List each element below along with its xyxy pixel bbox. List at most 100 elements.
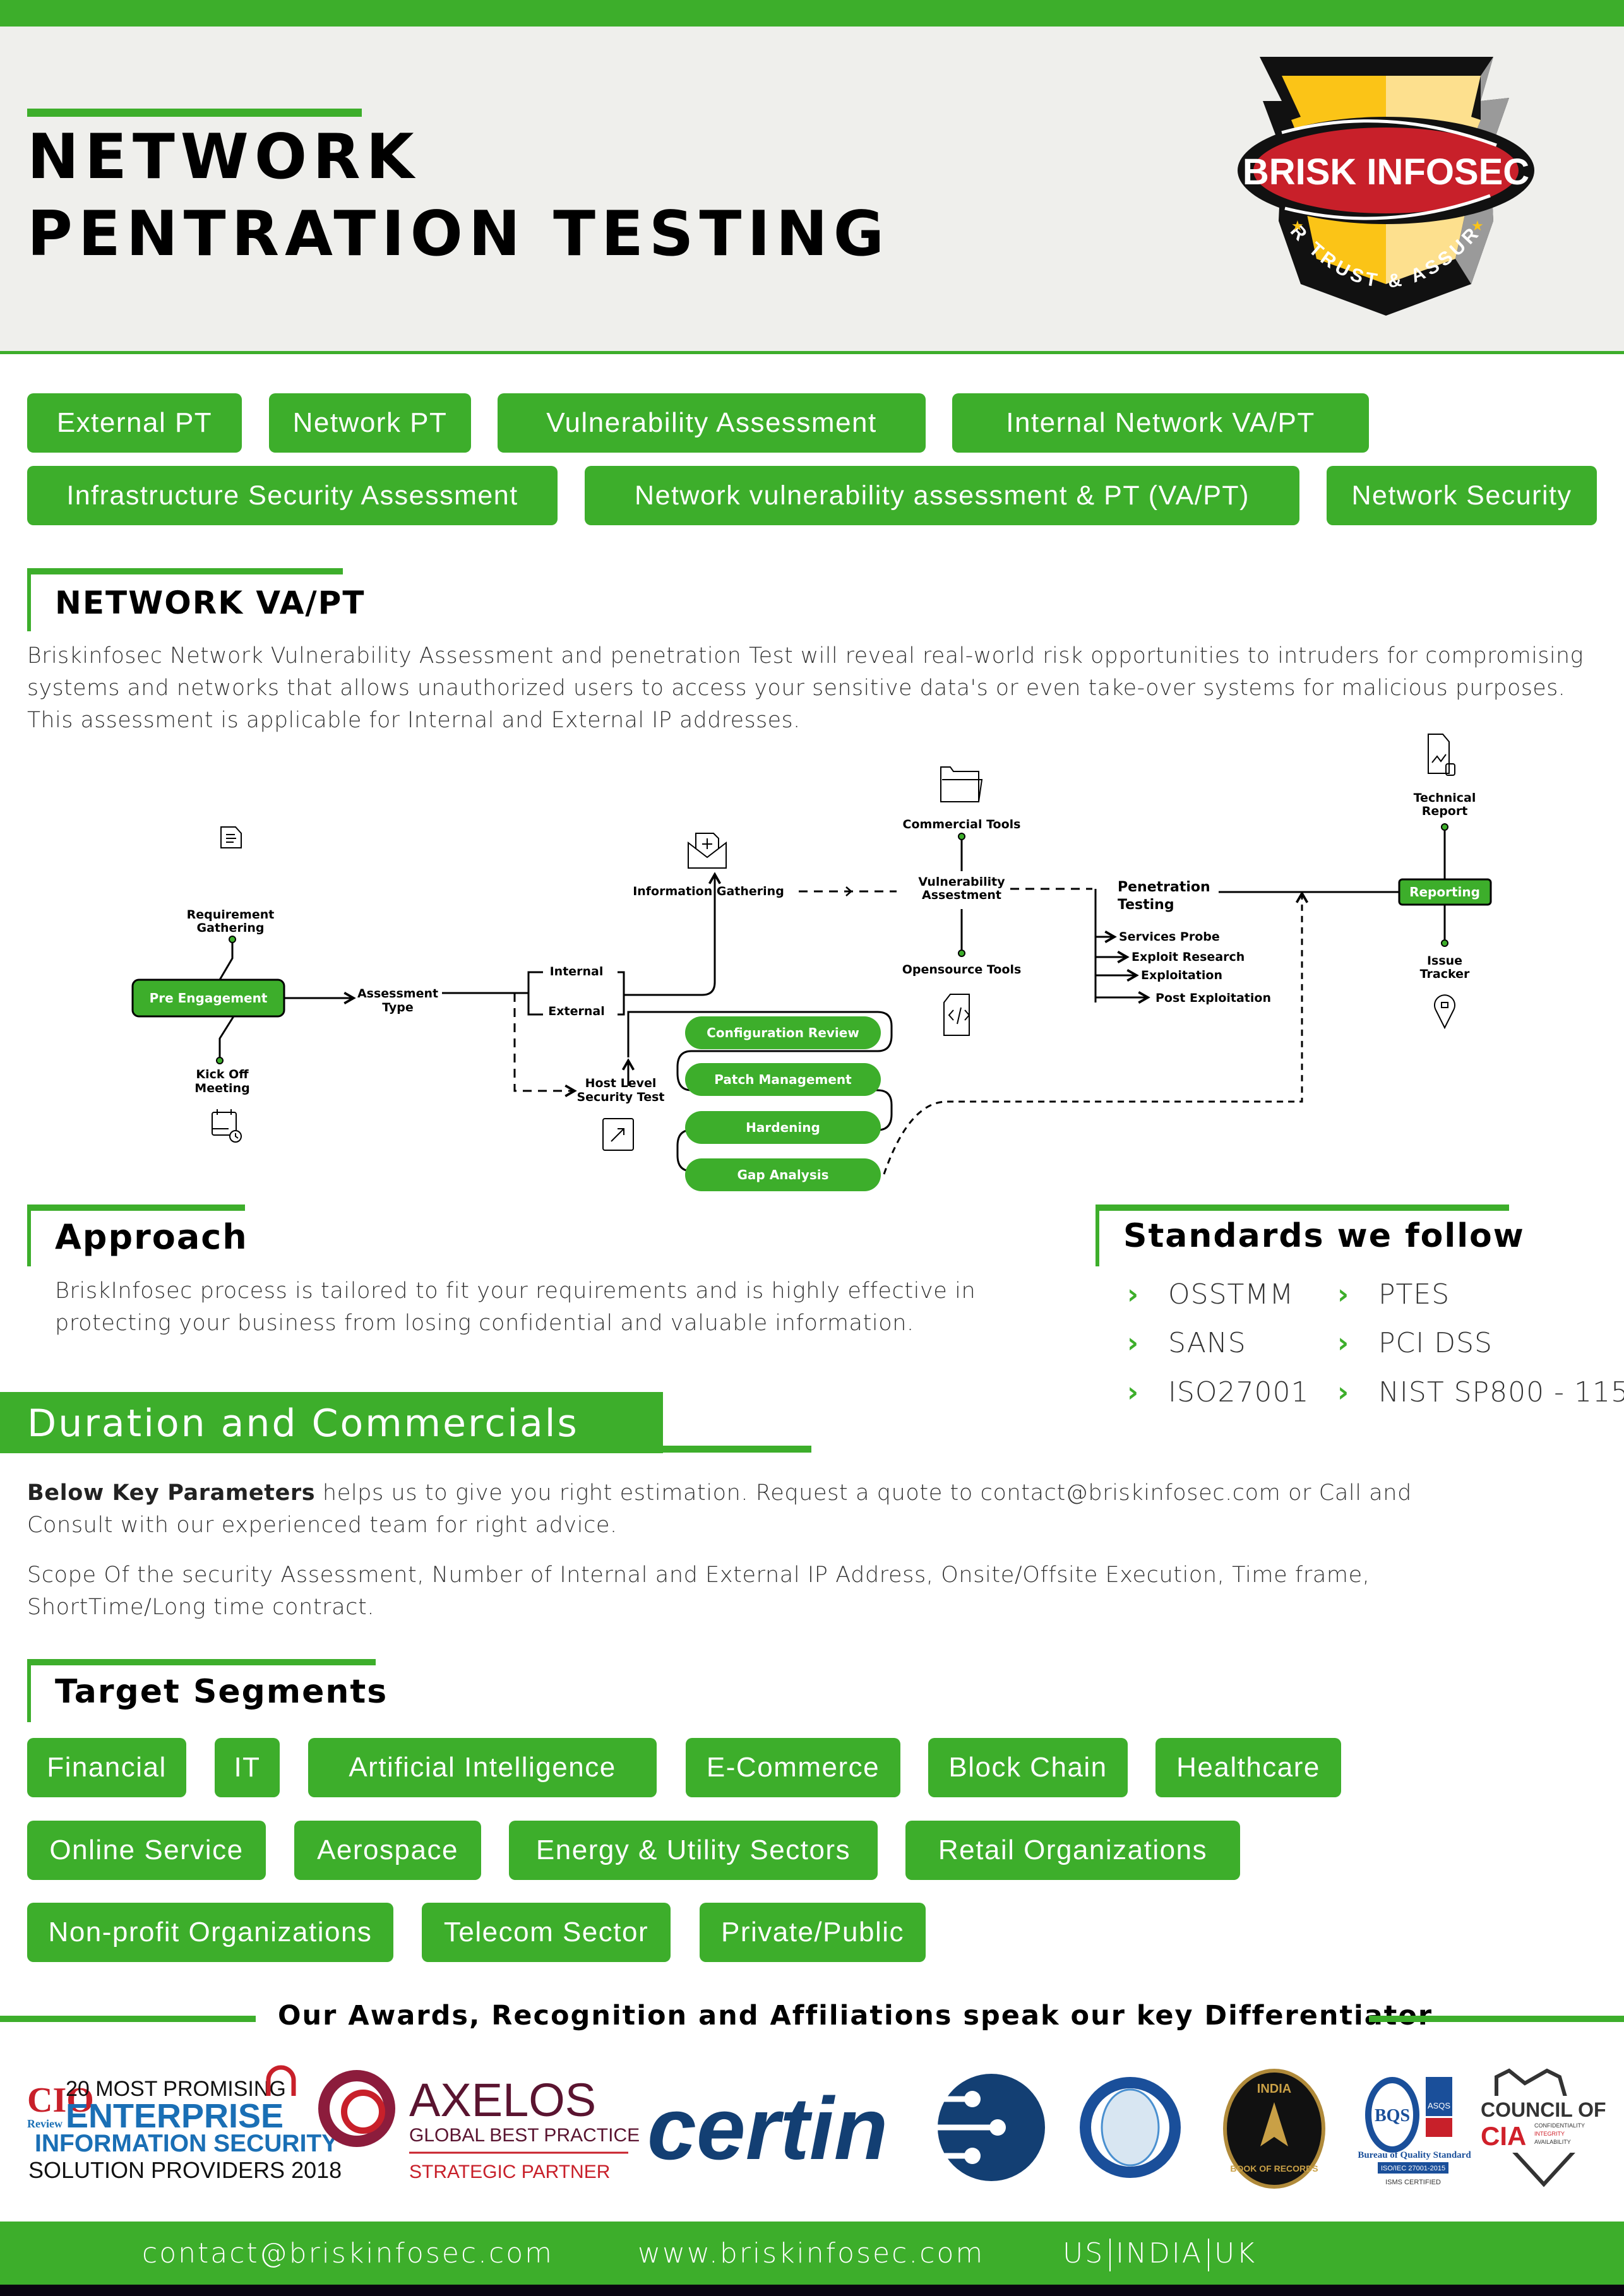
svg-text:BOOK OF RECORDS: BOOK OF RECORDS (1230, 2163, 1318, 2174)
title-line-1: NETWORK (27, 121, 420, 193)
segment-retail[interactable]: Retail Organizations (905, 1821, 1240, 1880)
label-configuration-review: Configuration Review (707, 1025, 859, 1040)
svg-text:★: ★ (1291, 218, 1304, 234)
label-security-test: Security Test (576, 1090, 664, 1104)
svg-text:COUNCIL OF: COUNCIL OF (1481, 2098, 1606, 2121)
awards-logos: CIO Review 20 MOST PROMISING ENTERPRISE … (27, 2065, 1606, 2189)
tag-network-pt[interactable]: Network PT (269, 393, 471, 453)
region-uk: UK (1214, 2237, 1257, 2269)
segment-block-chain[interactable]: Block Chain (928, 1738, 1128, 1797)
vapt-process-diagram: Requirement Gathering Pre Engagement Kic… (131, 734, 1492, 1191)
label-penetration: Penetration (1118, 879, 1210, 895)
external-link-icon (602, 1118, 634, 1151)
page-title: NETWORK PENTRATION TESTING (27, 119, 890, 273)
footer-email-link[interactable]: contact@briskinfosec.com (142, 2235, 554, 2273)
heading-accent (27, 568, 343, 574)
calendar-icon (212, 1109, 242, 1143)
segment-healthcare[interactable]: Healthcare (1155, 1738, 1341, 1797)
svg-text:SOLUTION PROVIDERS 2018: SOLUTION PROVIDERS 2018 (28, 2157, 342, 2183)
tag-internal-network-vapt[interactable]: Internal Network VA/PT (952, 393, 1369, 453)
tag-infrastructure-security-assessment[interactable]: Infrastructure Security Assessment (27, 466, 558, 525)
svg-text:AVAILABILITY: AVAILABILITY (1534, 2139, 1571, 2145)
label-assestment: Assestment (922, 888, 1001, 902)
report-chart-icon (1428, 734, 1455, 776)
chevron-right-icon: › (1127, 1278, 1139, 1311)
chevron-right-icon: › (1127, 1376, 1139, 1408)
chevron-right-icon: › (1337, 1376, 1349, 1408)
code-file-icon (943, 994, 970, 1036)
label-external: External (548, 1004, 604, 1018)
awards-heading: Our Awards, Recognition and Affiliations… (278, 2000, 1433, 2031)
segment-online-service[interactable]: Online Service (27, 1821, 266, 1880)
heading-accent-side (1096, 1205, 1099, 1266)
label-reporting: Reporting (1409, 884, 1480, 900)
label-type: Type (382, 1001, 414, 1014)
label-requirement: Requirement (187, 908, 275, 922)
segment-ecommerce[interactable]: E-Commerce (686, 1738, 900, 1797)
svg-text:CONFIDENTIALITY: CONFIDENTIALITY (1534, 2122, 1585, 2129)
certin-logo: certin (647, 2074, 1045, 2181)
tag-vulnerability-assessment[interactable]: Vulnerability Assessment (498, 393, 926, 453)
heading-accent (27, 1205, 245, 1211)
label-pre-engagement: Pre Engagement (150, 990, 268, 1006)
segment-it[interactable]: IT (215, 1738, 280, 1797)
standard-item: NIST SP800 - 115 (1378, 1376, 1624, 1408)
standard-item: ISO27001 (1168, 1376, 1310, 1408)
segment-artificial-intelligence[interactable]: Artificial Intelligence (308, 1738, 657, 1797)
awards-accent-left (0, 2016, 256, 2022)
chevron-right-icon: › (1127, 1327, 1139, 1359)
svg-text:Review: Review (27, 2117, 63, 2130)
label-tracker: Tracker (1420, 967, 1470, 981)
standard-item: PTES (1378, 1278, 1450, 1311)
footer-website-link[interactable]: www.briskinfosec.com (638, 2235, 984, 2273)
top-accent-bar (0, 0, 1624, 27)
vapt-heading: NETWORK VA/PT (55, 585, 366, 621)
key-parameters-label: Below Key Parameters (27, 1480, 316, 1506)
region-separator (1208, 2239, 1209, 2271)
targets-heading: Target Segments (55, 1673, 388, 1711)
title-accent-bar (27, 109, 362, 117)
heading-accent (27, 1659, 376, 1665)
heading-accent-side (27, 1659, 31, 1722)
label-patch-management: Patch Management (714, 1072, 852, 1087)
duration-accent-line (663, 1446, 811, 1453)
label-kick-off: Kick Off (196, 1068, 249, 1081)
svg-text:ISMS CERTIFIED: ISMS CERTIFIED (1385, 2179, 1441, 2186)
brisk-infosec-logo: BRISK INFOSEC CYBER TRUST & ASSURANCE ★ … (1231, 51, 1534, 316)
chevron-right-icon: › (1337, 1278, 1349, 1311)
label-meeting: Meeting (194, 1081, 249, 1095)
segment-energy-utility[interactable]: Energy & Utility Sectors (509, 1821, 878, 1880)
tag-network-security[interactable]: Network Security (1327, 466, 1597, 525)
svg-text:STRATEGIC PARTNER: STRATEGIC PARTNER (409, 2162, 610, 2182)
axelos-partner-logo: AXELOS GLOBAL BEST PRACTICE STRATEGIC PA… (318, 2070, 640, 2182)
svg-text:★: ★ (1471, 218, 1484, 234)
svg-text:INDIA: INDIA (1257, 2082, 1291, 2096)
label-information-gathering: Information Gathering (633, 884, 784, 898)
heading-accent (1096, 1205, 1509, 1211)
label-assessment: Assessment (357, 987, 438, 1001)
svg-text:BQS: BQS (1375, 2106, 1410, 2126)
svg-text:ENTERPRISE: ENTERPRISE (66, 2097, 284, 2135)
segment-private-public[interactable]: Private/Public (700, 1903, 926, 1962)
segment-financial[interactable]: Financial (27, 1738, 186, 1797)
approach-line-1: BriskInfosec process is tailored to fit … (55, 1278, 976, 1304)
vapt-line-2: systems and networks that allows unautho… (27, 675, 1566, 701)
segment-aerospace[interactable]: Aerospace (294, 1821, 481, 1880)
svg-text:AXELOS: AXELOS (409, 2074, 596, 2126)
ncdrc-logo (1080, 2077, 1181, 2178)
standard-item: PCI DSS (1378, 1327, 1493, 1359)
segment-telecom[interactable]: Telecom Sector (422, 1903, 671, 1962)
region-india: INDIA (1116, 2237, 1203, 2269)
region-us: US (1063, 2237, 1105, 2269)
awards-accent-right (1369, 2016, 1624, 2022)
segment-nonprofit[interactable]: Non-profit Organizations (27, 1903, 393, 1962)
label-technical: Technical (1414, 791, 1476, 805)
india-book-of-records-logo: INDIA BOOK OF RECORDS (1223, 2069, 1325, 2189)
tag-external-pt[interactable]: External PT (27, 393, 242, 453)
heading-accent-side (27, 568, 31, 631)
tag-network-vapt[interactable]: Network vulnerability assessment & PT (V… (585, 466, 1299, 525)
svg-text:INTEGRITY: INTEGRITY (1534, 2131, 1565, 2137)
standards-heading: Standards we follow (1123, 1217, 1525, 1255)
heading-accent-side (27, 1205, 31, 1266)
label-report: Report (1422, 804, 1468, 818)
